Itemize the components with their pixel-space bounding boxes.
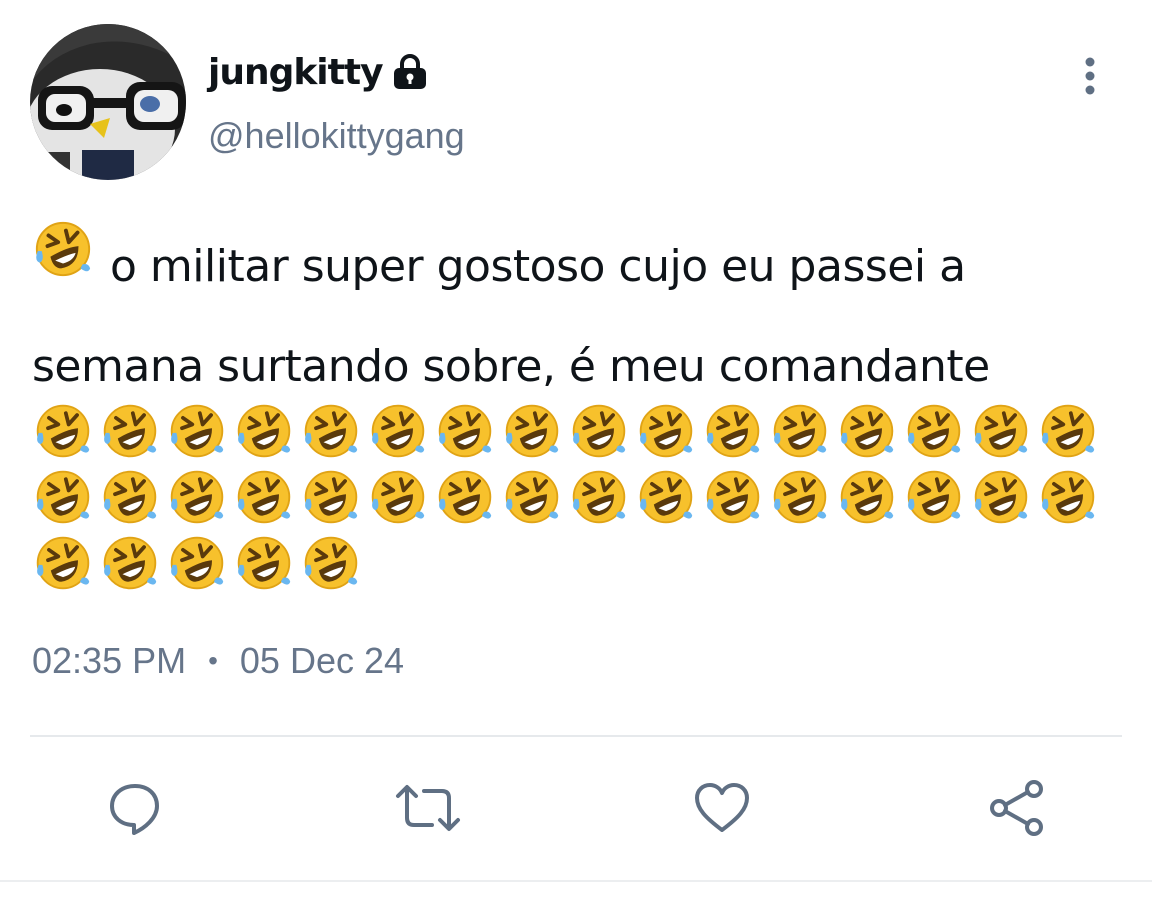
rolling-laughing-emoji [837,464,904,530]
rolling-laughing-emoji [167,398,234,464]
rolling-laughing-emoji [502,398,569,464]
bottom-divider [0,880,1152,882]
rolling-laughing-emoji [167,464,234,530]
action-bar [0,778,1152,842]
rolling-laughing-emoji [32,217,94,314]
rolling-laughing-emoji [904,398,971,464]
rolling-laughing-emoji [368,464,435,530]
more-options-icon[interactable] [1072,54,1108,98]
rolling-laughing-emoji [569,464,636,530]
rolling-laughing-emoji [100,530,167,596]
rolling-laughing-emoji [234,530,301,596]
user-name-row: jungkitty [208,44,429,100]
rolling-laughing-emoji [33,530,100,596]
retweet-icon [394,780,462,840]
user-handle[interactable]: @hellokittygang [208,115,465,157]
tweet-text: o militar super gostoso cujo eu passei a… [32,218,1122,415]
rolling-laughing-emoji [301,464,368,530]
tweet-date: 05 Dec 24 [239,640,405,681]
rolling-laughing-emoji [770,398,837,464]
rolling-laughing-emoji [301,398,368,464]
rolling-laughing-emoji [100,464,167,530]
rolling-laughing-emoji [502,464,569,530]
separator-dot: • [208,645,218,676]
rolling-laughing-emoji [301,530,368,596]
heart-icon [692,780,752,840]
rolling-laughing-emoji [100,398,167,464]
lock-icon [391,54,429,90]
rolling-laughing-emoji [167,530,234,596]
emoji-row [33,398,1133,596]
share-button[interactable] [985,778,1049,842]
tweet-card: jungkitty @hellokittygang o militar supe… [0,0,1152,900]
share-icon [985,778,1049,842]
rolling-laughing-emoji [234,398,301,464]
tweet-timestamp: 02:35 PM • 05 Dec 24 [32,640,404,682]
divider [30,735,1122,737]
avatar[interactable] [30,24,186,180]
rolling-laughing-emoji [234,464,301,530]
rolling-laughing-emoji [569,398,636,464]
rolling-laughing-emoji [1038,398,1105,464]
rolling-laughing-emoji [435,398,502,464]
rolling-laughing-emoji [636,398,703,464]
rolling-laughing-emoji [636,464,703,530]
rolling-laughing-emoji [904,464,971,530]
display-name[interactable]: jungkitty [208,52,384,93]
rolling-laughing-emoji [33,464,100,530]
rolling-laughing-emoji [971,398,1038,464]
rolling-laughing-emoji [971,464,1038,530]
rolling-laughing-emoji [368,398,435,464]
retweet-button[interactable] [396,778,460,842]
rolling-laughing-emoji [33,398,100,464]
rolling-laughing-emoji [770,464,837,530]
tweet-time: 02:35 PM [32,640,187,681]
tweet-body: o militar super gostoso cujo eu passei a… [32,241,990,392]
like-button[interactable] [690,778,754,842]
rolling-laughing-emoji [1038,464,1105,530]
rolling-laughing-emoji [703,398,770,464]
rolling-laughing-emoji [703,464,770,530]
reply-button[interactable] [103,778,167,842]
rolling-laughing-emoji [837,398,904,464]
rolling-laughing-emoji [435,464,502,530]
comment-icon [107,780,163,840]
